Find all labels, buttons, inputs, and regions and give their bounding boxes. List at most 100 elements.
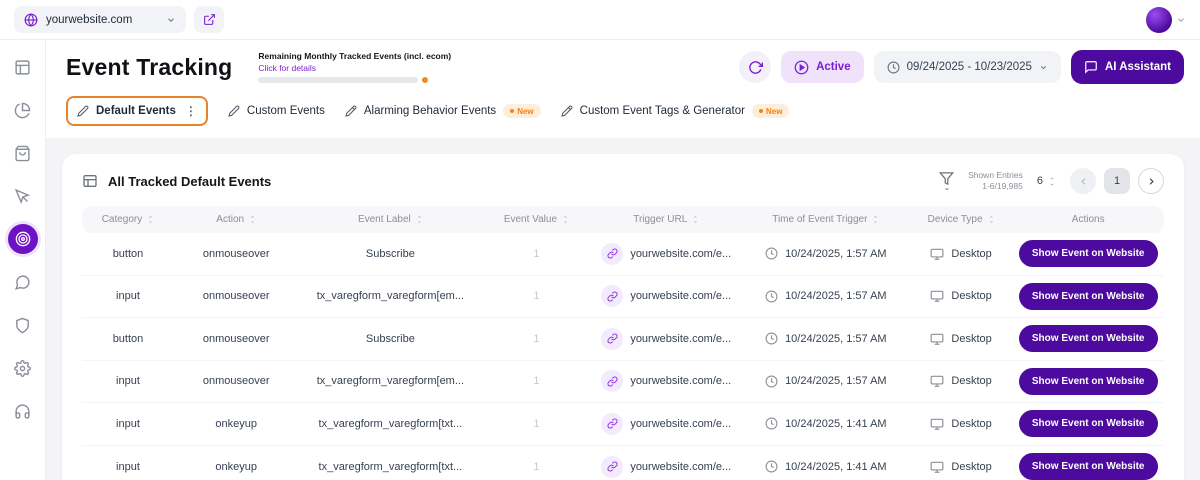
play-circle-icon (794, 60, 809, 75)
quota-progress-bar (258, 77, 418, 83)
tab-label: Default Events (96, 105, 176, 117)
site-selector[interactable]: yourwebsite.com (14, 6, 186, 33)
sidebar-item-privacy[interactable] (8, 310, 38, 340)
link-icon[interactable] (601, 413, 623, 435)
column-header[interactable]: Trigger URL (591, 214, 742, 225)
column-header[interactable]: Event Label (298, 214, 482, 225)
page-number[interactable]: 1 (1104, 168, 1130, 194)
cell-trigger-url: yourwebsite.com/e... (591, 456, 742, 478)
cell-device-type: Desktop (910, 374, 1013, 388)
cell-action: onkeyup (174, 418, 298, 430)
sidebar-item-clicks[interactable] (8, 181, 38, 211)
cell-event-value: 1 (482, 290, 590, 302)
quota-details-link[interactable]: Click for details (258, 63, 451, 73)
clock-icon (765, 290, 778, 303)
cell-action: onmouseover (174, 333, 298, 345)
cell-trigger-url: yourwebsite.com/e... (591, 243, 742, 265)
sort-icon (692, 215, 699, 224)
cell-actions: Show Event on Website (1012, 325, 1163, 352)
link-icon[interactable] (601, 370, 623, 392)
ai-assistant-button[interactable]: AI Assistant (1071, 50, 1184, 84)
show-event-button[interactable]: Show Event on Website (1019, 240, 1158, 267)
link-icon[interactable] (601, 243, 623, 265)
cell-device-type: Desktop (910, 460, 1013, 474)
cell-device-type: Desktop (910, 289, 1013, 303)
cell-actions: Show Event on Website (1012, 410, 1163, 437)
cell-event-value: 1 (482, 375, 590, 387)
column-header[interactable]: Category (82, 214, 174, 225)
clock-icon (765, 460, 778, 473)
date-range-selector[interactable]: 09/24/2025 - 10/23/2025 (874, 51, 1061, 83)
table-row: input onmouseover tx_varegform_varegform… (82, 276, 1164, 319)
cell-event-label: Subscribe (298, 333, 482, 345)
external-link-icon (203, 13, 216, 26)
sidebar-item-settings[interactable] (8, 353, 38, 383)
tab-custom-event-tags-generator[interactable]: Custom Event Tags & Generator New (561, 104, 790, 118)
previous-page-button[interactable] (1070, 168, 1096, 194)
cell-event-value: 1 (482, 248, 590, 260)
clock-icon (765, 375, 778, 388)
desktop-icon (930, 417, 944, 431)
cell-event-value: 1 (482, 461, 590, 473)
cell-category: input (82, 418, 174, 430)
show-event-button[interactable]: Show Event on Website (1019, 410, 1158, 437)
clock-icon (887, 61, 900, 74)
new-badge: New (752, 104, 789, 118)
show-event-button[interactable]: Show Event on Website (1019, 453, 1158, 480)
ai-assistant-label: AI Assistant (1105, 61, 1171, 73)
cell-trigger-url: yourwebsite.com/e... (591, 328, 742, 350)
tab-default-events[interactable]: Default Events ⋮ (66, 96, 208, 126)
next-page-button[interactable] (1138, 168, 1164, 194)
globe-icon (24, 13, 38, 27)
cell-trigger-url: yourwebsite.com/e... (591, 413, 742, 435)
column-header[interactable]: Event Value (482, 214, 590, 225)
link-icon[interactable] (601, 456, 623, 478)
table-row: input onkeyup tx_varegform_varegform[txt… (82, 446, 1164, 480)
show-event-button[interactable]: Show Event on Website (1019, 283, 1158, 310)
link-icon[interactable] (601, 285, 623, 307)
page-size-selector[interactable]: 6 (1037, 175, 1056, 187)
sidebar-item-ecommerce[interactable] (8, 138, 38, 168)
sidebar-item-events[interactable] (8, 224, 38, 254)
date-range-label: 09/24/2025 - 10/23/2025 (907, 61, 1032, 73)
column-header[interactable]: Action (174, 214, 298, 225)
sidebar-item-chat[interactable] (8, 267, 38, 297)
sidebar-item-dashboard[interactable] (8, 52, 38, 82)
column-header[interactable]: Device Type (910, 214, 1013, 225)
sidebar (0, 40, 46, 480)
refresh-button[interactable] (739, 51, 771, 83)
chevron-down-icon (1039, 63, 1048, 72)
column-header[interactable]: Time of Event Trigger (742, 214, 910, 225)
cell-trigger-time: 10/24/2025, 1:41 AM (742, 460, 910, 473)
sort-icon (562, 215, 569, 224)
show-event-button[interactable]: Show Event on Website (1019, 325, 1158, 352)
avatar[interactable] (1146, 7, 1172, 33)
sort-icon (249, 215, 256, 224)
tab-custom-events[interactable]: Custom Events (228, 105, 325, 117)
pencil-icon (345, 105, 357, 117)
sort-icon (147, 215, 154, 224)
link-icon[interactable] (601, 328, 623, 350)
tab-alarming-behavior-events[interactable]: Alarming Behavior Events New (345, 104, 541, 118)
tracking-status-button[interactable]: Active (781, 51, 864, 83)
card-title: All Tracked Default Events (108, 174, 271, 189)
column-header[interactable]: Actions (1012, 214, 1163, 225)
cell-device-type: Desktop (910, 417, 1013, 431)
sidebar-item-support[interactable] (8, 396, 38, 426)
cell-event-label: tx_varegform_varegform[txt... (298, 418, 482, 430)
table-row: input onkeyup tx_varegform_varegform[txt… (82, 403, 1164, 446)
cell-action: onmouseover (174, 248, 298, 260)
chevron-down-icon[interactable] (1176, 15, 1186, 25)
show-event-button[interactable]: Show Event on Website (1019, 368, 1158, 395)
sidebar-item-analytics[interactable] (8, 95, 38, 125)
event-tabs: Default Events ⋮ Custom Events Alarming … (46, 88, 1200, 138)
topbar: yourwebsite.com (0, 0, 1200, 40)
cell-category: button (82, 248, 174, 260)
site-selector-label: yourwebsite.com (46, 14, 132, 26)
tab-menu-dots-icon[interactable]: ⋮ (185, 104, 197, 118)
refresh-icon (748, 60, 763, 75)
filter-icon[interactable] (939, 171, 954, 192)
desktop-icon (930, 332, 944, 346)
open-website-button[interactable] (194, 6, 224, 33)
pencil-icon (561, 105, 573, 117)
